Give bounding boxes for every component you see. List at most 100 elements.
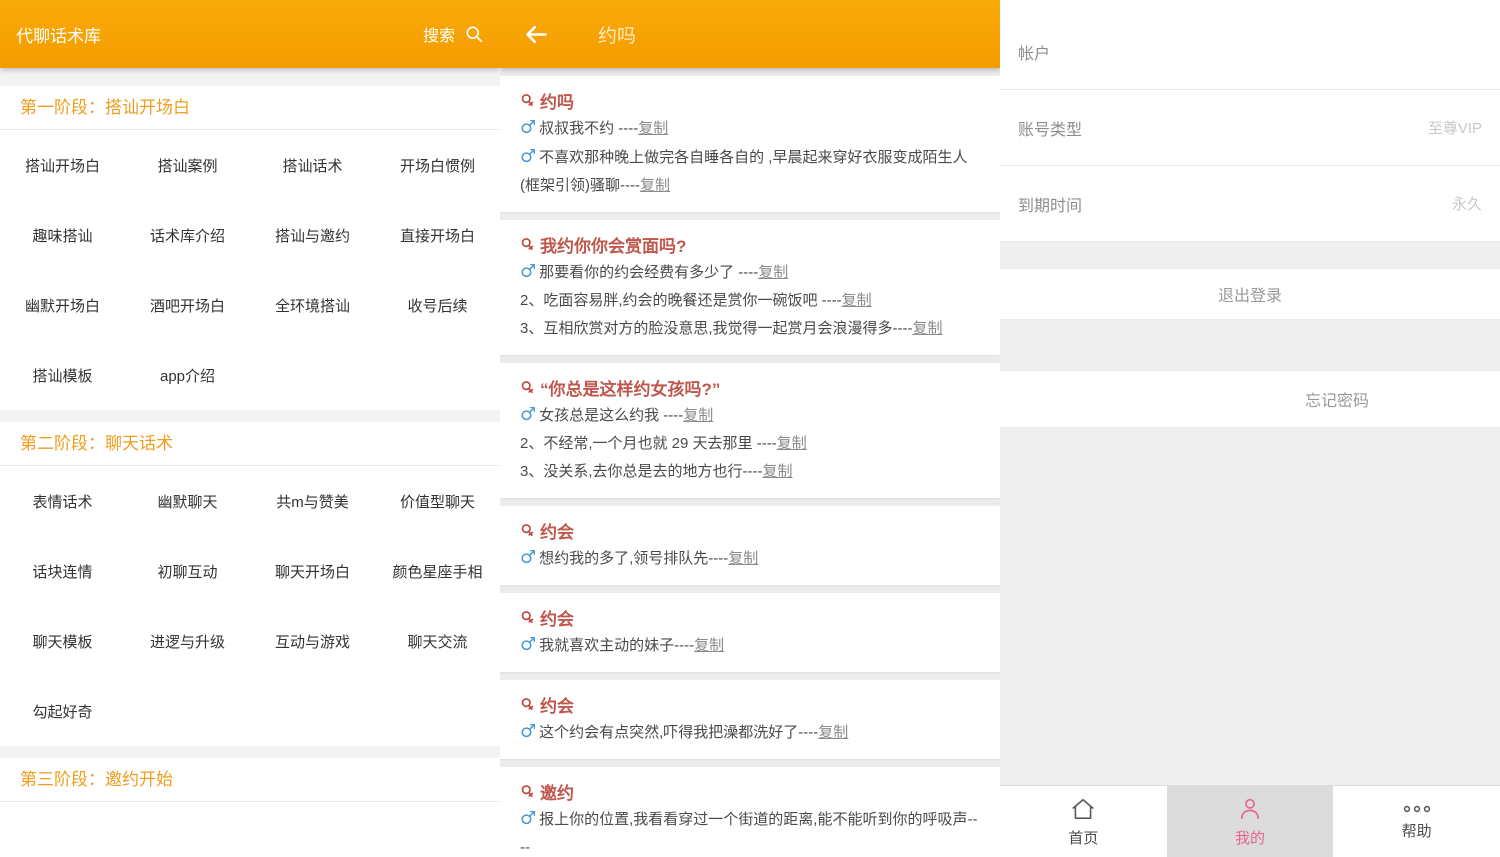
category-grid-stage1: 搭讪开场白 搭讪案例 搭讪话术 开场白惯例 趣味搭讪 话术库介绍 搭讪与邀约 直… — [0, 130, 500, 410]
category-item[interactable]: 全环境搭讪 — [250, 270, 375, 340]
script-text: 2、不经常,一个月也就 29 天去那里 ---- — [520, 435, 777, 452]
male-icon: ♂ — [520, 146, 536, 167]
script-line: ♂叔叔我不约 ----复制 — [520, 114, 980, 143]
section-heading-stage1: 第一阶段：搭讪开场白 — [0, 86, 500, 130]
script-card-title-row: 约会 — [520, 690, 980, 718]
copy-link[interactable]: 复制 — [638, 120, 668, 137]
settings-value: 至尊VIP — [1428, 117, 1482, 138]
category-item[interactable]: 搭讪模板 — [0, 340, 125, 410]
category-item[interactable]: 搭讪话术 — [250, 130, 375, 200]
search-label: 搜索 — [423, 22, 455, 46]
forgot-password-button[interactable]: 忘记密码 — [1305, 387, 1369, 411]
male-icon: ♂ — [520, 808, 536, 829]
copy-link[interactable]: 复制 — [777, 435, 807, 452]
category-item[interactable]: 收号后续 — [375, 270, 500, 340]
category-item[interactable]: 勾起好奇 — [0, 676, 125, 746]
category-item[interactable]: 表情话术 — [0, 466, 125, 536]
category-item[interactable]: 幽默聊天 — [125, 466, 250, 536]
female-search-icon — [520, 523, 535, 538]
category-item[interactable]: 价值型聊天 — [375, 466, 500, 536]
copy-link[interactable]: 复制 — [694, 637, 724, 654]
copy-link[interactable]: 复制 — [758, 264, 788, 281]
divider-strip — [0, 68, 500, 86]
category-item[interactable]: 初聊互动 — [125, 536, 250, 606]
female-search-icon — [520, 697, 535, 712]
script-card: 约会 ♂想约我的多了,领号排队先----复制 — [500, 506, 1000, 585]
category-item[interactable]: 直接开场白 — [375, 200, 500, 270]
divider-strip — [0, 410, 500, 422]
category-list-screen: 代聊话术库 搜索 第一阶段：搭讪开场白 搭讪开场白 搭讪案例 搭讪话术 开场白惯… — [0, 0, 500, 857]
script-card-title-row: 约会 — [520, 516, 980, 544]
category-item[interactable]: 共m与赞美 — [250, 466, 375, 536]
account-screen: 帐户 账号类型 至尊VIP 到期时间 永久 退出登录 忘记密码 首页 我的 帮助 — [1000, 0, 1500, 857]
settings-row-expiry[interactable]: 到期时间 永久 — [1000, 166, 1500, 242]
settings-label: 账号类型 — [1018, 116, 1082, 140]
logout-button[interactable]: 退出登录 — [1000, 268, 1500, 320]
category-item[interactable]: 搭讪案例 — [125, 130, 250, 200]
divider-strip — [1000, 320, 1500, 370]
category-item[interactable]: 搭讪与邀约 — [250, 200, 375, 270]
nav-tab-mine[interactable]: 我的 — [1167, 786, 1334, 857]
script-card: 我约你你会赏面吗? ♂那要看你的约会经费有多少了 ----复制 2、吃面容易胖,… — [500, 220, 1000, 355]
category-item[interactable]: 话块连情 — [0, 536, 125, 606]
script-card-title: 约吗 — [540, 88, 574, 113]
category-item[interactable]: 互动与游戏 — [250, 606, 375, 676]
back-button[interactable] — [520, 18, 552, 50]
nav-tab-home[interactable]: 首页 — [1000, 786, 1167, 857]
category-item[interactable]: 聊天模板 — [0, 606, 125, 676]
copy-link[interactable]: 复制 — [683, 407, 713, 424]
category-item[interactable]: 开场白惯例 — [375, 130, 500, 200]
copy-link[interactable]: 复制 — [818, 724, 848, 741]
script-card: “你总是这样约女孩吗?” ♂女孩总是这么约我 ----复制 2、不经常,一个月也… — [500, 363, 1000, 498]
category-item[interactable]: 聊天交流 — [375, 606, 500, 676]
female-search-icon — [520, 237, 535, 252]
nav-tab-help[interactable]: 帮助 — [1333, 786, 1500, 857]
account-settings-list: 帐户 账号类型 至尊VIP 到期时间 永久 — [1000, 0, 1500, 242]
search-icon — [464, 24, 484, 44]
script-line: ♂我就喜欢主动的妹子----复制 — [520, 631, 980, 660]
app-title: 代聊话术库 — [16, 22, 101, 47]
category-item[interactable]: 话术库介绍 — [125, 200, 250, 270]
male-icon: ♂ — [520, 404, 536, 425]
female-search-icon — [520, 93, 535, 108]
script-line: ♂不喜欢那种晚上做完各自睡各自的 ,早晨起来穿好衣服变成陌生人(框架引领)骚聊-… — [520, 143, 980, 200]
script-text: 3、互相欣赏对方的脸没意思,我觉得一起赏月会浪漫得多---- — [520, 320, 913, 337]
script-line: 3、没关系,去你总是去的地方也行----复制 — [520, 458, 980, 486]
category-item[interactable]: 颜色星座手相 — [375, 536, 500, 606]
female-search-icon — [520, 784, 535, 799]
copy-link[interactable]: 复制 — [913, 320, 943, 337]
search-button[interactable]: 搜索 — [423, 22, 484, 46]
category-item[interactable]: 酒吧开场白 — [125, 270, 250, 340]
copy-link[interactable]: 复制 — [842, 292, 872, 309]
script-card-title-row: “你总是这样约女孩吗?” — [520, 373, 980, 401]
script-text: 那要看你的约会经费有多少了 ---- — [539, 264, 758, 281]
settings-value: 永久 — [1452, 193, 1482, 214]
detail-header: 约吗 — [500, 0, 1000, 68]
script-text: 叔叔我不约 ---- — [539, 120, 638, 137]
settings-label: 帐户 — [1018, 40, 1050, 64]
category-item[interactable]: 进逻与升级 — [125, 606, 250, 676]
nav-tab-label: 帮助 — [1402, 820, 1432, 841]
copy-link[interactable]: 复制 — [728, 550, 758, 567]
category-item[interactable]: app介绍 — [125, 340, 250, 410]
script-card-title: 约会 — [540, 518, 574, 543]
script-card-title-row: 我约你你会赏面吗? — [520, 230, 980, 258]
script-line: 3、互相欣赏对方的脸没意思,我觉得一起赏月会浪漫得多----复制 — [520, 315, 980, 343]
settings-row-account[interactable]: 帐户 — [1000, 14, 1500, 90]
male-icon: ♂ — [520, 117, 536, 138]
copy-link[interactable]: 复制 — [763, 463, 793, 480]
male-icon: ♂ — [520, 721, 536, 742]
script-card: 约会 ♂这个约会有点突然,吓得我把澡都洗好了----复制 — [500, 680, 1000, 759]
settings-label: 到期时间 — [1018, 192, 1082, 216]
copy-link[interactable]: 复制 — [640, 177, 670, 194]
settings-row-account-type[interactable]: 账号类型 至尊VIP — [1000, 90, 1500, 166]
script-line: ♂女孩总是这么约我 ----复制 — [520, 401, 980, 430]
category-item[interactable]: 搭讪开场白 — [0, 130, 125, 200]
divider-strip — [0, 746, 500, 758]
category-grid-stage2: 表情话术 幽默聊天 共m与赞美 价值型聊天 话块连情 初聊互动 聊天开场白 颜色… — [0, 466, 500, 746]
category-item[interactable]: 幽默开场白 — [0, 270, 125, 340]
category-item[interactable]: 聊天开场白 — [250, 536, 375, 606]
script-card-title: “你总是这样约女孩吗?” — [540, 375, 720, 400]
category-item[interactable]: 趣味搭讪 — [0, 200, 125, 270]
script-text: 报上你的位置,我看看穿过一个街道的距离,能不能听到你的呼吸声---- — [520, 811, 977, 856]
